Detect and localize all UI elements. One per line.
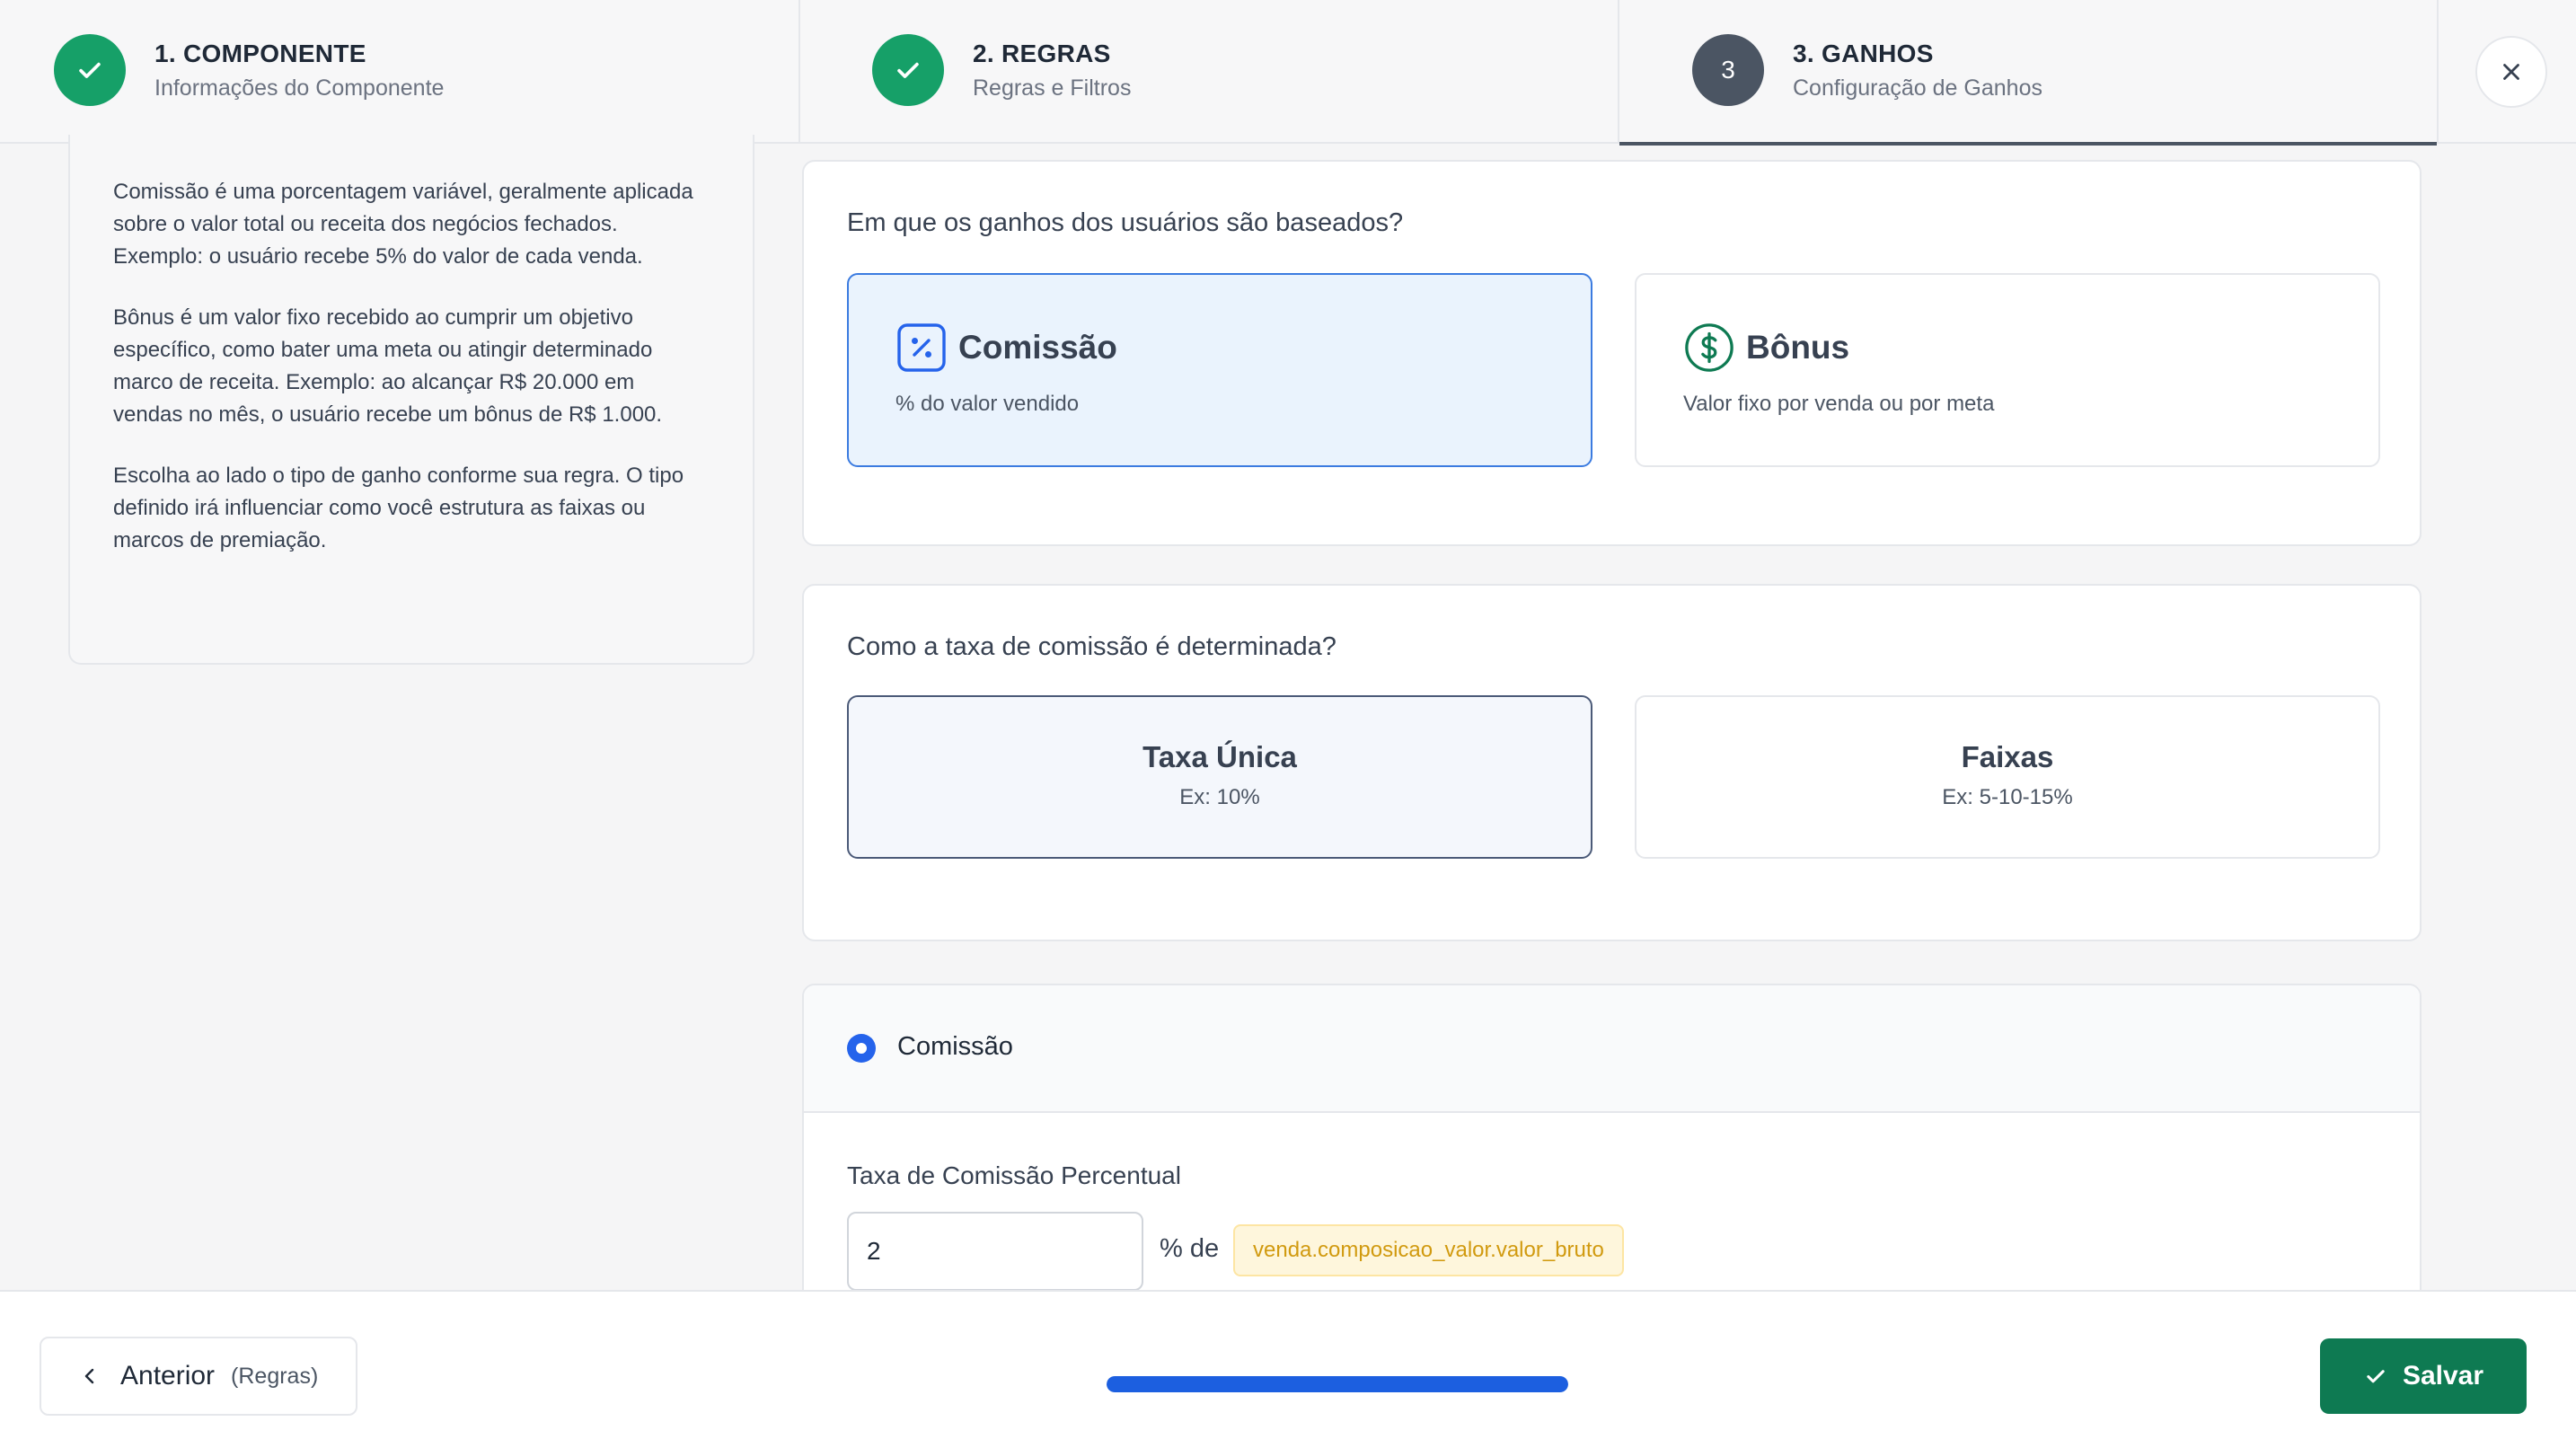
option-bonus[interactable]: Bônus Valor fixo por venda ou por meta xyxy=(1635,273,2380,467)
check-icon xyxy=(2367,1370,2385,1383)
commission-config-header: Comissão xyxy=(804,985,2420,1113)
option-title: Bônus xyxy=(1746,329,1850,366)
info-paragraph-bonus: Bônus é um valor fixo recebido ao cumpri… xyxy=(113,305,663,427)
step-regras[interactable]: 2. REGRAS Regras e Filtros xyxy=(800,0,1619,144)
option-title: Faixas xyxy=(1961,740,2054,773)
check-icon xyxy=(79,62,101,78)
save-button[interactable]: Salvar xyxy=(2320,1338,2527,1414)
percent-icon xyxy=(895,322,948,374)
earnings-basis-question: Em que os ganhos dos usuários são basead… xyxy=(847,208,1404,237)
option-description: % do valor vendido xyxy=(895,392,1080,416)
step-subtitle: Informações do Componente xyxy=(154,75,445,101)
step-subtitle: Configuração de Ganhos xyxy=(1793,75,2042,101)
footer-bar: Anterior (Regras) Salvar xyxy=(0,1290,2576,1448)
step-title: 2. REGRAS xyxy=(973,40,1111,67)
step-title: 1. COMPONENTE xyxy=(154,40,366,67)
chevron-left-icon xyxy=(84,1368,94,1384)
step-componente[interactable]: 1. COMPONENTE Informações do Componente xyxy=(0,0,800,144)
previous-button[interactable]: Anterior (Regras) xyxy=(40,1337,357,1416)
rate-input[interactable] xyxy=(847,1212,1143,1291)
option-faixas[interactable]: Faixas Ex: 5-10-15% xyxy=(1635,695,2380,859)
option-title: Comissão xyxy=(958,329,1117,366)
option-title: Taxa Única xyxy=(1142,740,1297,773)
step-number-badge: 3 xyxy=(1692,34,1764,106)
info-card: Comissão é uma porcentagem variável, ger… xyxy=(68,135,754,665)
dollar-icon xyxy=(1683,322,1735,374)
step-ganhos[interactable]: 3 3. GANHOS Configuração de Ganhos xyxy=(1619,0,2439,146)
option-example: Ex: 10% xyxy=(1179,785,1260,809)
rate-mode-panel: Como a taxa de comissão é determinada? T… xyxy=(802,584,2422,941)
step-title: 3. GANHOS xyxy=(1793,40,1934,67)
base-field-chip[interactable]: venda.composicao_valor.valor_bruto xyxy=(1233,1224,1624,1276)
rate-label: Taxa de Comissão Percentual xyxy=(847,1161,1181,1189)
commission-radio[interactable] xyxy=(847,1034,876,1063)
close-icon xyxy=(2503,64,2519,80)
progress-fill xyxy=(1107,1376,1568,1392)
rate-mode-question: Como a taxa de comissão é determinada? xyxy=(847,632,1337,661)
earnings-basis-panel: Em que os ganhos dos usuários são basead… xyxy=(802,160,2422,546)
stepper: 1. COMPONENTE Informações do Componente … xyxy=(0,0,2576,146)
percent-of-label: % de xyxy=(1160,1234,1220,1263)
previous-button-sub: (Regras) xyxy=(231,1363,319,1389)
step-done-badge xyxy=(872,34,944,106)
save-button-label: Salvar xyxy=(2402,1361,2484,1391)
close-button[interactable] xyxy=(2475,36,2547,108)
info-paragraph-choose: Escolha ao lado o tipo de ganho conforme… xyxy=(113,464,684,552)
progress-bar xyxy=(1107,1376,1568,1392)
info-paragraph-commission: Comissão é uma porcentagem variável, ger… xyxy=(113,180,693,269)
step-subtitle: Regras e Filtros xyxy=(973,75,1132,101)
option-example: Ex: 5-10-15% xyxy=(1942,785,2073,809)
option-description: Valor fixo por venda ou por meta xyxy=(1683,392,1995,416)
previous-button-label: Anterior xyxy=(120,1361,216,1391)
commission-config-title: Comissão xyxy=(897,1032,1013,1061)
option-comissao[interactable]: Comissão % do valor vendido xyxy=(847,273,1592,467)
step-done-badge xyxy=(54,34,126,106)
check-icon xyxy=(897,62,919,78)
option-taxa-unica[interactable]: Taxa Única Ex: 10% xyxy=(847,695,1592,859)
